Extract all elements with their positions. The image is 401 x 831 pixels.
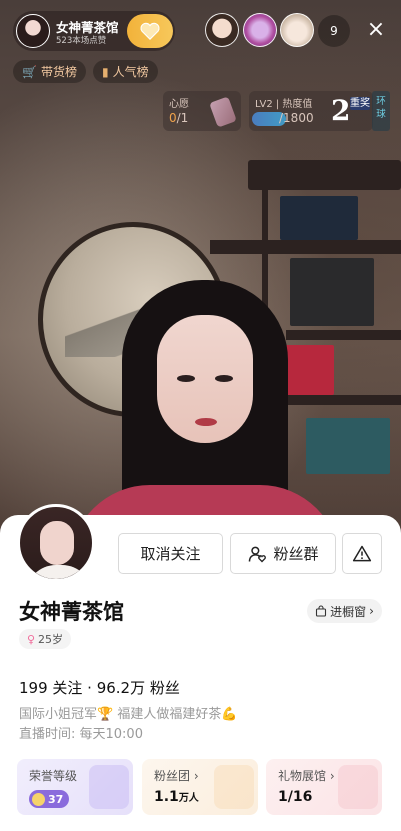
bio-line-2: 直播时间: 每天10:00 (19, 727, 143, 742)
heat-widget[interactable]: LV2 | 热度值 /1800 2 重奖 (249, 91, 373, 131)
warning-icon (352, 545, 372, 561)
viewer-avatar-3[interactable] (280, 13, 314, 47)
popularity-rank-label: 人气榜 (112, 65, 149, 79)
gift-icon (209, 96, 237, 128)
report-button[interactable] (342, 533, 382, 574)
tea-box-teal (306, 418, 390, 474)
heat-title: LV2 | 热度值 (255, 99, 313, 110)
fan-club-label: 粉丝团 › (154, 769, 199, 783)
live-stream-video[interactable] (0, 0, 401, 560)
cart-icon: 🛒 (22, 64, 37, 79)
chevron-right-icon: › (369, 604, 374, 618)
shelf-lower (286, 330, 401, 340)
gift-gallery-card[interactable]: 礼物展馆 › 1/16 (266, 759, 382, 815)
honor-level-card[interactable]: 荣誉等级 37 (17, 759, 133, 815)
follow-stats[interactable]: 199 关注 · 96.2万 粉丝 (19, 677, 180, 698)
prize-label: 重奖 (350, 97, 370, 110)
viewer-count[interactable]: 9 (318, 15, 350, 47)
unfollow-label: 取消关注 (140, 545, 201, 563)
profile-avatar[interactable] (17, 504, 95, 582)
heat-progress: /1800 (279, 111, 314, 125)
gift-gallery-label: 礼物展馆 › (278, 769, 335, 783)
fan-group-icon (249, 546, 267, 562)
host-avatar[interactable] (16, 14, 50, 48)
wish-task-widget[interactable]: 心愿 0/1 (163, 91, 241, 131)
host-info[interactable]: 女神菁茶馆 523本场点赞 (13, 11, 175, 51)
viewer-avatar-2[interactable] (243, 13, 277, 47)
showcase-button[interactable]: 进橱窗 › (307, 599, 382, 623)
gift-gallery-bg-icon (338, 765, 378, 809)
wish-title: 心愿 (169, 99, 189, 110)
level-value: 37 (48, 792, 64, 806)
host-likes: 523本场点赞 (56, 36, 107, 46)
viewer-avatar-1[interactable] (205, 13, 239, 47)
bio-line-1: 国际小姐冠军🏆 福建人做福建好茶💪 (19, 707, 238, 722)
fan-club-bg-icon (214, 765, 254, 809)
unfollow-button[interactable]: 取消关注 (118, 533, 223, 574)
showcase-label: 进橱窗 (330, 604, 367, 619)
tea-box-dark (280, 196, 358, 240)
close-icon[interactable]: × (364, 18, 388, 42)
gem-icon (32, 792, 45, 806)
honor-level-label: 荣誉等级 (29, 769, 78, 783)
popularity-rank-button[interactable]: ▮ 人气榜 (93, 60, 158, 83)
heart-icon (140, 22, 160, 40)
level-badge: 37 (29, 790, 70, 808)
fan-club-value: 1.1 (154, 789, 179, 805)
age-label: 25岁 (38, 633, 64, 646)
female-icon: ♀ (26, 632, 36, 646)
ring-tag[interactable]: 环球 (372, 91, 390, 131)
followed-heart-button[interactable] (127, 14, 173, 48)
shelf-top (248, 160, 401, 190)
age-tag: ♀ 25岁 (19, 629, 71, 649)
profile-name: 女神菁茶馆 (19, 600, 124, 624)
bag-icon (316, 605, 327, 617)
prize-number: 2 (331, 94, 351, 127)
fan-group-button[interactable]: 粉丝群 (230, 533, 336, 574)
fan-club-unit: 万人 (178, 793, 199, 804)
wish-done: 0 (169, 111, 177, 125)
wish-total: /1 (176, 111, 189, 125)
gift-gallery-value: 1/16 (278, 789, 313, 805)
shelf-middle (210, 240, 401, 254)
fan-group-label: 粉丝群 (273, 545, 319, 563)
goods-rank-label: 带货榜 (40, 65, 77, 79)
tea-box-grey (290, 258, 374, 326)
bar-chart-icon: ▮ (102, 64, 109, 79)
fan-club-card[interactable]: 粉丝团 › 1.1万人 (142, 759, 258, 815)
goods-rank-button[interactable]: 🛒 带货榜 (13, 60, 86, 83)
honor-bg-icon (89, 765, 129, 809)
